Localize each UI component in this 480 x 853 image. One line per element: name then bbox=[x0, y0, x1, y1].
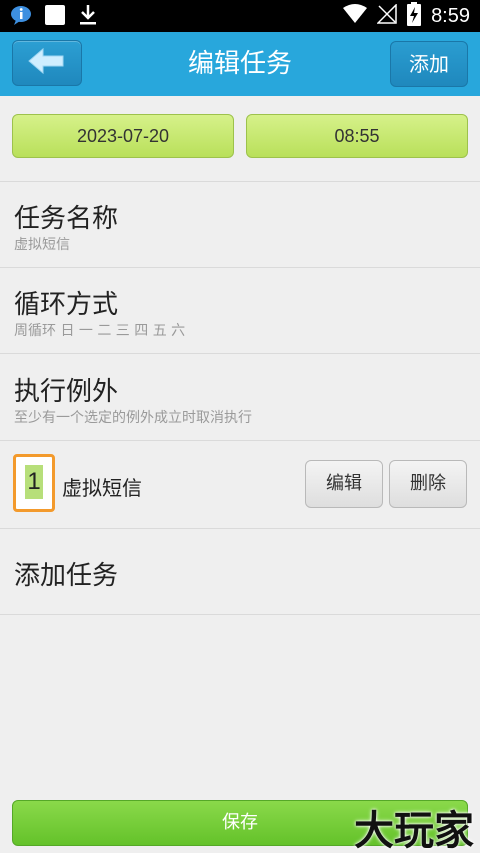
task-index: 1 bbox=[25, 465, 43, 499]
app-header: 编辑任务 添加 bbox=[0, 32, 480, 96]
exceptions-section[interactable]: 执行例外 至少有一个选定的例外成立时取消执行 bbox=[0, 355, 480, 441]
square-icon bbox=[44, 4, 66, 30]
list-item: 1 虚拟短信 编辑 删除 bbox=[0, 442, 480, 529]
task-name-value: 虚拟短信 bbox=[14, 237, 70, 253]
edit-button[interactable]: 编辑 bbox=[305, 460, 383, 508]
exceptions-title: 执行例外 bbox=[14, 377, 119, 407]
task-name-section[interactable]: 任务名称 虚拟短信 bbox=[0, 182, 480, 268]
task-index-badge: 1 bbox=[13, 454, 55, 512]
add-task-label: 添加任务 bbox=[14, 561, 119, 591]
repeat-section[interactable]: 循环方式 周循环 日 一 二 三 四 五 六 bbox=[0, 268, 480, 354]
no-signal-icon bbox=[376, 3, 397, 28]
repeat-value: 周循环 日 一 二 三 四 五 六 bbox=[14, 323, 186, 339]
add-button[interactable]: 添加 bbox=[390, 41, 468, 87]
task-name-title: 任务名称 bbox=[14, 204, 119, 234]
status-bar-left bbox=[10, 4, 98, 30]
task-item-name: 虚拟短信 bbox=[62, 476, 142, 500]
exceptions-description: 至少有一个选定的例外成立时取消执行 bbox=[14, 410, 252, 426]
page-title: 编辑任务 bbox=[187, 49, 292, 79]
delete-button[interactable]: 删除 bbox=[389, 460, 467, 508]
add-task-row[interactable]: 添加任务 bbox=[0, 529, 480, 615]
wifi-icon bbox=[343, 4, 368, 28]
repeat-title: 循环方式 bbox=[14, 290, 119, 320]
back-button[interactable] bbox=[12, 40, 82, 86]
download-icon bbox=[78, 4, 98, 30]
status-time: 8:59 bbox=[431, 4, 470, 27]
status-bar-right: 8:59 bbox=[343, 2, 470, 30]
back-arrow-icon bbox=[27, 46, 67, 80]
watermark: 大玩家 bbox=[354, 808, 474, 853]
date-button[interactable]: 2023-07-20 bbox=[12, 114, 234, 158]
time-button[interactable]: 08:55 bbox=[246, 114, 468, 158]
schedule-row: 2023-07-20 08:55 bbox=[0, 96, 480, 182]
battery-charging-icon bbox=[407, 2, 422, 30]
notification-icon bbox=[10, 4, 32, 30]
status-bar: 8:59 bbox=[0, 0, 480, 32]
